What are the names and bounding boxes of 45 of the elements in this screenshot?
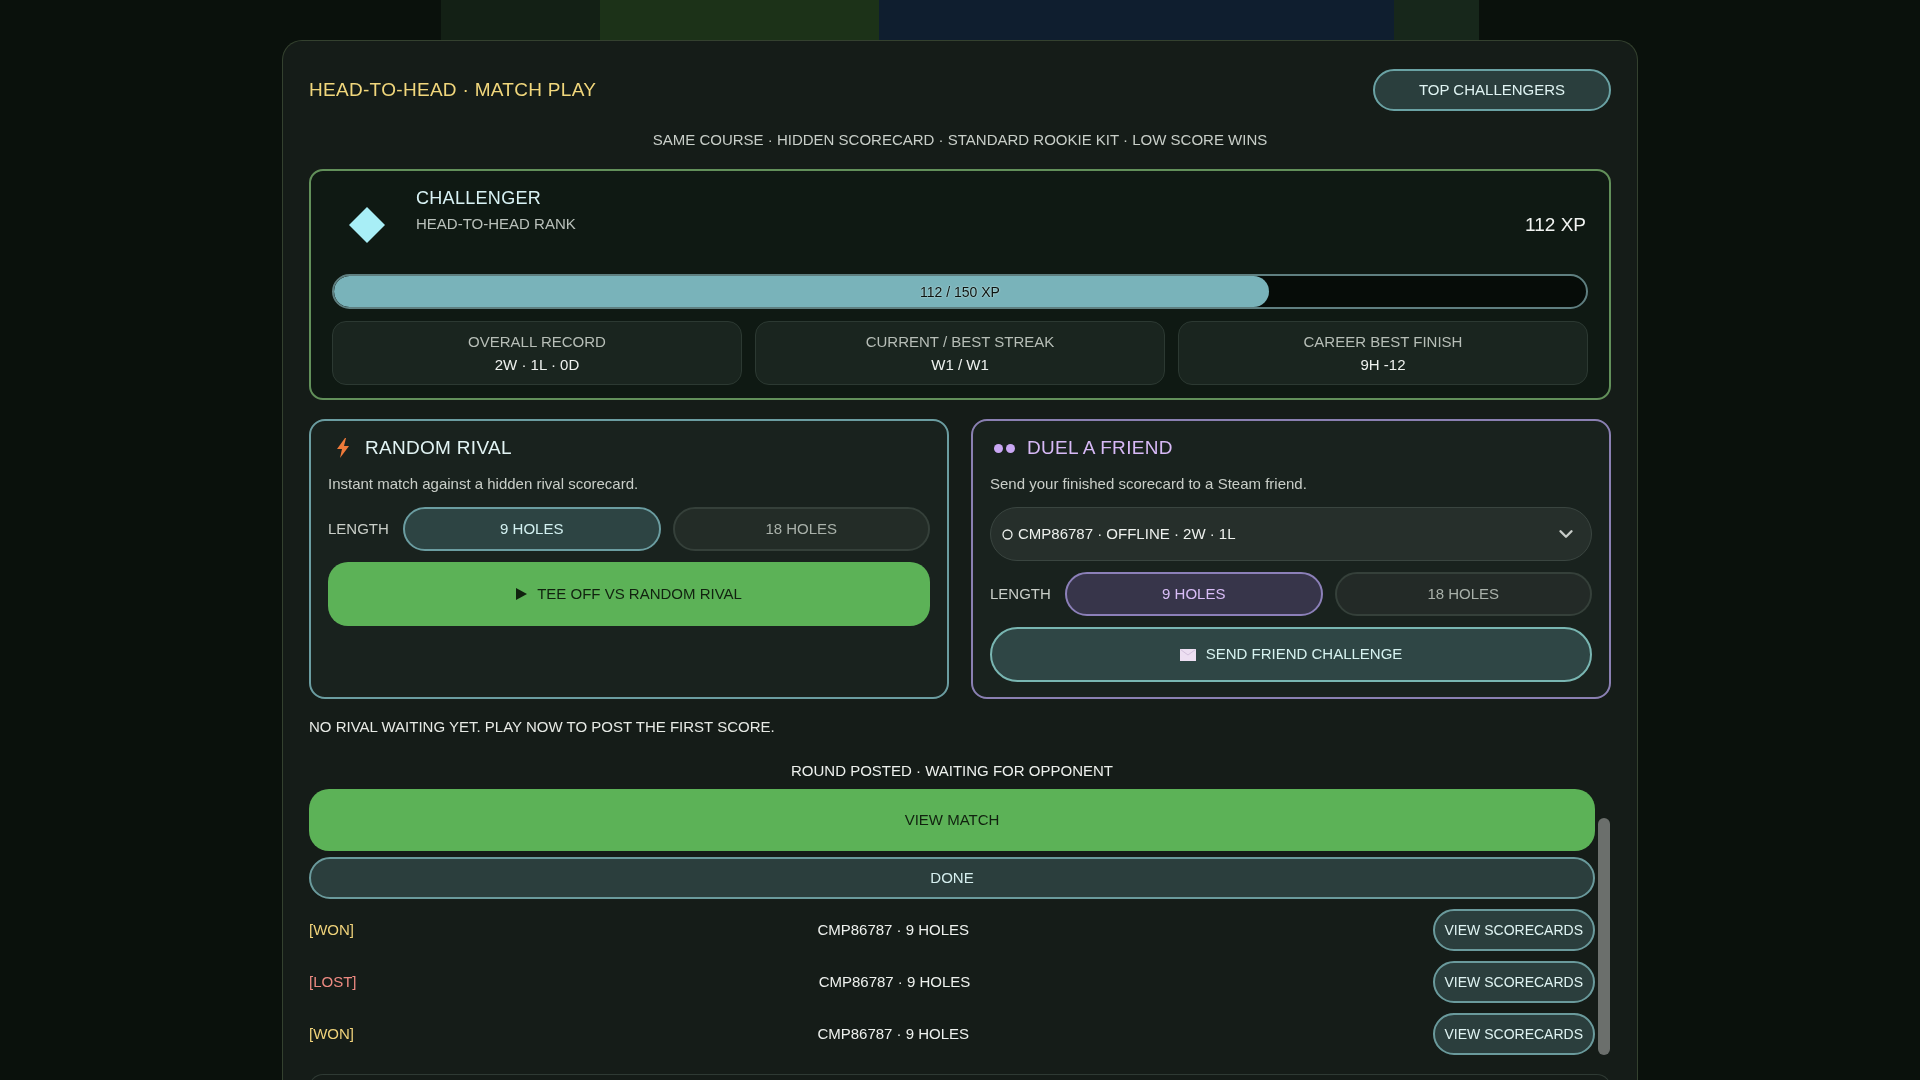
top-challengers-button[interactable]: TOP CHALLENGERS (1373, 69, 1611, 111)
result-label: [WON] (309, 919, 354, 940)
view-scorecards-button[interactable]: VIEW SCORECARDS (1432, 909, 1595, 951)
stat-label: CURRENT / BEST STREAK (865, 332, 1055, 351)
notice-text: NO RIVAL WAITING YET. PLAY NOW TO POST THE FIRST SCORE. (309, 717, 776, 737)
match-summary: CMP86787 · 9 HOLES (817, 919, 970, 940)
stat-value: W1 / W1 (931, 355, 989, 374)
stat-value: 9H -12 (1360, 355, 1406, 374)
pending-status: ROUND POSTED · WAITING FOR OPPONENT (790, 761, 1114, 781)
done-button[interactable]: DONE (309, 857, 1595, 899)
result-label: [LOST] (309, 971, 357, 992)
length-option[interactable]: 9 HOLES (403, 507, 661, 551)
scrollbar-thumb[interactable] (1598, 818, 1610, 1055)
page-title: HEAD-TO-HEAD · MATCH PLAY (309, 77, 597, 102)
length-option[interactable]: 9 HOLES (1065, 572, 1323, 616)
rules-subtitle: SAME COURSE · HIDDEN SCORECARD · STANDARD ROOKIE KIT · LOW SCORE WINS (651, 130, 1269, 150)
xp-total: 112 XP (1525, 213, 1586, 237)
rank-label: HEAD-TO-HEAD RANK (416, 214, 576, 234)
lightning-bolt-icon (337, 438, 349, 458)
xp-progress-label: 112 / 150 XP (920, 282, 1000, 301)
mode-description: Instant match against a hidden rival scorecard. (328, 474, 640, 494)
friend-select[interactable]: CMP86787 · OFFLINE · 2W · 1L (990, 507, 1592, 561)
send-challenge-button[interactable]: SEND FRIEND CHALLENGE (990, 627, 1592, 682)
length-label: LENGTH (328, 518, 390, 539)
stat-label: CAREER BEST FINISH (1303, 332, 1463, 351)
match-summary: CMP86787 · 9 HOLES (817, 1023, 970, 1044)
rank-name: CHALLENGER (416, 187, 543, 210)
two-dots-icon (994, 443, 1015, 453)
result-label: [WON] (309, 1023, 354, 1044)
mode-title: DUEL A FRIEND (1027, 436, 1173, 460)
stat-value: 2W · 1L · 0D (494, 355, 580, 374)
length-label: LENGTH (990, 583, 1052, 604)
view-scorecards-button[interactable]: VIEW SCORECARDS (1432, 961, 1595, 1003)
diamond-icon (347, 205, 387, 245)
stat-label: OVERALL RECORD (468, 332, 606, 351)
tee-off-button[interactable]: TEE OFF VS RANDOM RIVAL (328, 562, 930, 626)
mode-description: Send your finished scorecard to a Steam friend. (990, 474, 1308, 494)
view-match-button[interactable]: VIEW MATCH (309, 789, 1595, 851)
play-icon (516, 588, 528, 600)
envelope-icon (1179, 648, 1196, 661)
length-option[interactable]: 18 HOLES (1334, 572, 1592, 616)
view-scorecards-button[interactable]: VIEW SCORECARDS (1432, 1013, 1595, 1055)
match-summary: CMP86787 · 9 HOLES (818, 971, 971, 992)
mode-title: RANDOM RIVAL (365, 436, 512, 460)
length-option[interactable]: 18 HOLES (672, 507, 930, 551)
